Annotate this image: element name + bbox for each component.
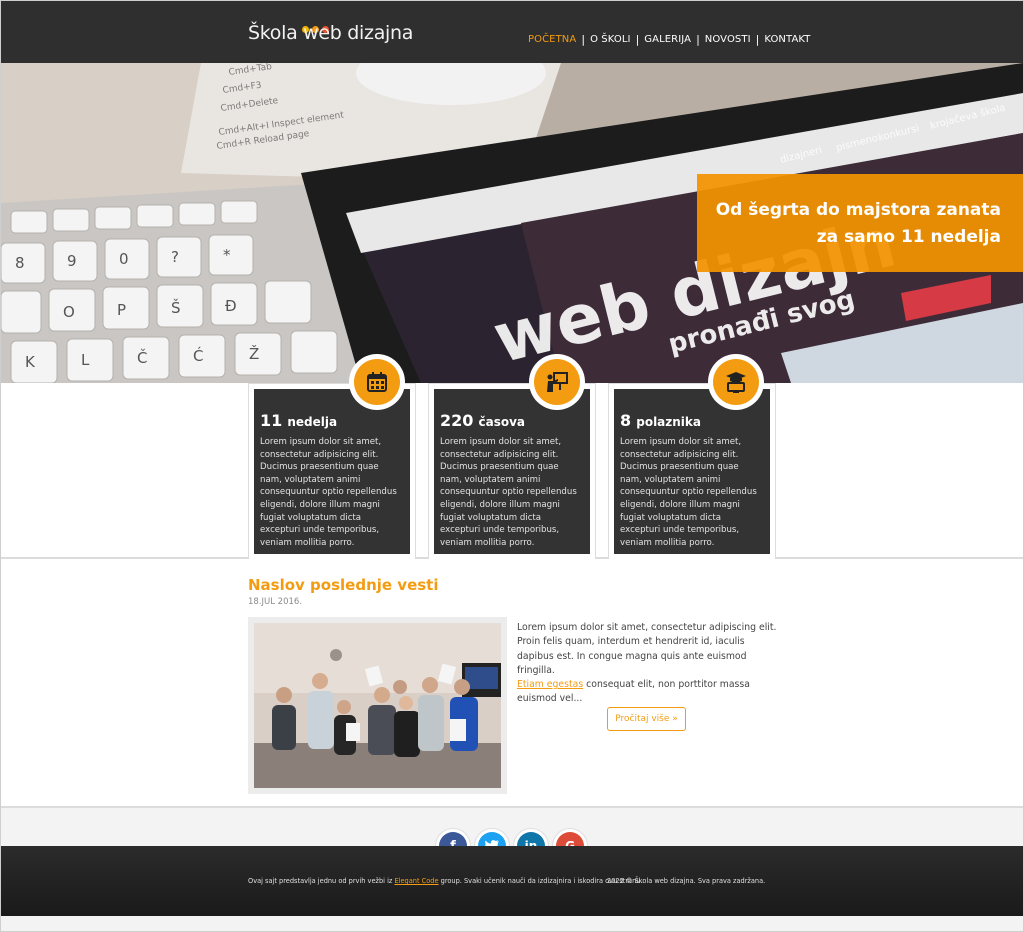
feature-number: 8 <box>620 411 632 430</box>
hero-slider: Cmd+Tab Cmd+F3 Cmd+Delete Cmd+Alt+I Insp… <box>1 63 1023 383</box>
footer-copyright: 2022 © Škola web dizajna. Sva prava zadr… <box>607 877 766 885</box>
hero-line-2: za samo 11 nedelja <box>816 227 1001 247</box>
svg-text:Š: Š <box>171 298 181 317</box>
hero-line-1: Od šegrta do majstora zanata <box>715 200 1001 220</box>
feature-card-students: 8 polaznika Lorem ipsum dolor sit amet, … <box>608 383 776 560</box>
feature-card-weeks: 11 nedelja Lorem ipsum dolor sit amet, c… <box>248 383 416 560</box>
news-divider <box>1 806 1023 808</box>
nav-item-o-skoli[interactable]: O ŠKOLI <box>590 34 631 45</box>
news-section <box>1 559 1023 807</box>
feature-text: Lorem ipsum dolor sit amet, consectetur … <box>440 437 577 548</box>
feature-text: Lorem ipsum dolor sit amet, consectetur … <box>620 437 757 548</box>
calendar-icon <box>349 354 405 410</box>
svg-text:9: 9 <box>67 252 77 270</box>
teacher-board-icon <box>529 354 585 410</box>
svg-text:*: * <box>223 246 231 264</box>
main-nav: POČETNA | O ŠKOLI | GALERIJA | NOVOSTI |… <box>528 33 810 46</box>
news-image[interactable] <box>248 617 507 794</box>
nav-item-galerija[interactable]: GALERIJA <box>644 34 691 45</box>
nav-separator: | <box>755 33 760 46</box>
graduate-computer-icon <box>708 354 764 410</box>
feature-card-hours: 220 časova Lorem ipsum dolor sit amet, c… <box>428 383 596 560</box>
nav-item-kontakt[interactable]: KONTAKT <box>764 34 810 45</box>
svg-text:Č: Č <box>137 348 147 367</box>
nav-separator: | <box>635 33 640 46</box>
news-date: 18.JUL 2016. <box>248 597 303 607</box>
read-more-button[interactable]: Pročitaj više » <box>607 707 686 731</box>
news-body-start: Lorem ipsum dolor sit amet, consectetur … <box>517 622 777 676</box>
svg-text:Ć: Ć <box>193 346 203 365</box>
feature-unit: časova <box>478 415 526 429</box>
svg-text:?: ? <box>171 248 179 266</box>
svg-text:O: O <box>63 303 75 321</box>
svg-text:K: K <box>25 353 36 371</box>
site-logo[interactable]: Škola web dizajna <box>248 22 413 44</box>
news-excerpt: Lorem ipsum dolor sit amet, consectetur … <box>517 621 779 707</box>
feature-unit: nedelja <box>287 415 338 429</box>
svg-text:P: P <box>117 301 126 319</box>
svg-text:L: L <box>81 351 90 369</box>
feature-number: 11 <box>260 411 283 430</box>
nav-item-novosti[interactable]: NOVOSTI <box>705 34 751 45</box>
feature-unit: polaznika <box>636 415 701 429</box>
news-inline-link[interactable]: Etiam egestas <box>517 679 583 690</box>
site-header <box>1 1 1023 63</box>
nav-item-pocetna[interactable]: POČETNA <box>528 34 576 45</box>
footer-note: Ovaj sajt predstavlja jednu od prvih vež… <box>248 877 643 885</box>
footer-elegant-code-link[interactable]: Elegant Code <box>395 877 439 885</box>
svg-text:Ž: Ž <box>249 344 259 363</box>
news-title[interactable]: Naslov poslednje vesti <box>248 576 438 594</box>
svg-text:0: 0 <box>119 250 129 268</box>
hero-banner: Od šegrta do majstora zanata za samo 11 … <box>697 174 1023 272</box>
svg-text:8: 8 <box>15 254 25 272</box>
nav-separator: | <box>696 33 700 46</box>
nav-separator: | <box>581 33 586 46</box>
footer-note-start: Ovaj sajt predstavlja jednu od prvih vež… <box>248 877 393 885</box>
feature-number: 220 <box>440 411 474 430</box>
svg-text:Đ: Đ <box>225 297 237 315</box>
feature-text: Lorem ipsum dolor sit amet, consectetur … <box>260 437 397 548</box>
